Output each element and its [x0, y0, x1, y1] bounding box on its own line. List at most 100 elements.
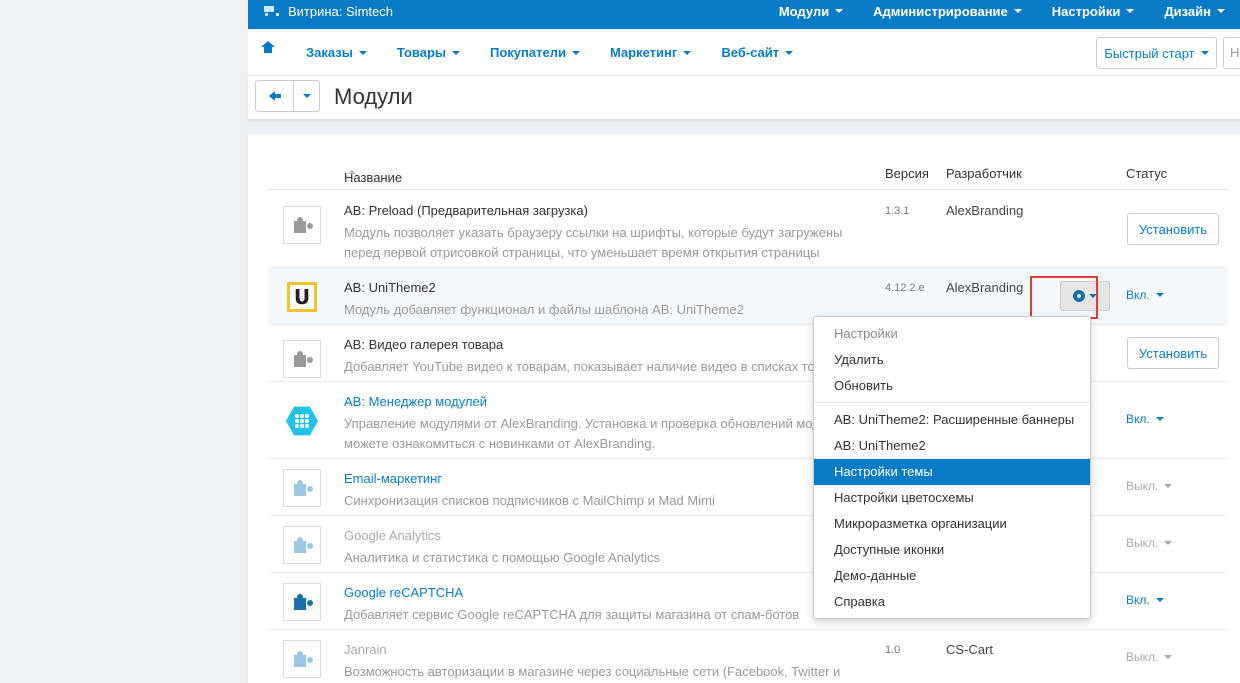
menu-item-color-scheme-settings[interactable]: Настройки цветосхемы: [814, 485, 1090, 511]
puzzle-icon: [293, 650, 311, 668]
nav-customers[interactable]: Покупатели: [490, 45, 580, 60]
menu-item-theme-settings[interactable]: Настройки темы: [814, 459, 1090, 485]
module-developer: CS-Cart: [946, 642, 993, 657]
module-version: 4.12.2.e: [885, 282, 925, 294]
chevron-down-icon: [1164, 484, 1173, 488]
menu-item-available-icons[interactable]: Доступные иконки: [814, 537, 1090, 563]
back-button-group: [255, 80, 320, 112]
module-settings-menu: Настройки Удалить Обновить AB: UniTheme2…: [813, 316, 1091, 619]
page-header: Модули: [248, 76, 1240, 119]
menu-item-unitheme2[interactable]: AB: UniTheme2: [814, 433, 1090, 459]
menu-item-update[interactable]: Обновить: [814, 373, 1090, 399]
modules-table: Название Версия Разработчик Статус AB: P…: [248, 134, 1240, 683]
module-thumbnail: [283, 206, 321, 244]
back-button[interactable]: [256, 81, 294, 111]
chevron-down-icon: [1217, 9, 1225, 13]
highlight-box: [1030, 276, 1098, 319]
top-nav-modules[interactable]: Модули: [764, 4, 858, 19]
chevron-down-icon: [358, 50, 367, 55]
module-description: Синхронизация списков подписчиков с Mail…: [344, 493, 715, 508]
module-description: Аналитика и статистика с помощью Google …: [344, 550, 661, 565]
module-version: 1.0: [885, 644, 901, 656]
menu-item-delete[interactable]: Удалить: [814, 347, 1090, 373]
install-button[interactable]: Установить: [1127, 337, 1219, 369]
status-toggle[interactable]: Выкл.: [1126, 536, 1173, 550]
module-thumbnail: [283, 583, 321, 621]
column-version[interactable]: Версия: [885, 166, 929, 181]
quick-start-button[interactable]: Быстрый старт: [1096, 37, 1217, 69]
status-toggle[interactable]: Вкл.: [1126, 593, 1164, 607]
module-description: Управление модулями от AlexBranding. Уст…: [344, 416, 859, 451]
menu-item-settings[interactable]: Настройки: [814, 321, 1090, 347]
chevron-down-icon: [302, 94, 311, 98]
module-name: Google Analytics: [344, 528, 441, 543]
puzzle-icon: [293, 593, 311, 611]
chevron-down-icon: [1155, 293, 1164, 297]
chevron-down-icon: [452, 50, 460, 55]
cart-icon: [262, 5, 279, 17]
chevron-down-icon: [1164, 655, 1173, 659]
nav-marketing[interactable]: Маркетинг: [610, 45, 692, 60]
home-icon[interactable]: [261, 41, 275, 56]
top-nav-settings[interactable]: Настройки: [1037, 4, 1150, 19]
status-toggle[interactable]: Вкл.: [1126, 288, 1164, 302]
menu-item-demo-data[interactable]: Демо-данные: [814, 563, 1090, 589]
arrow-left-icon: [268, 91, 281, 101]
module-thumbnail: [283, 526, 321, 564]
chevron-down-icon: [785, 50, 794, 55]
table-row: AB: Preload (Предварительная загрузка) М…: [268, 191, 1228, 268]
module-description: Модуль позволяет указать браузеру ссылки…: [344, 225, 843, 260]
nav-orders[interactable]: Заказы: [306, 45, 367, 60]
chevron-down-icon: [1155, 417, 1164, 421]
page-title: Модули: [334, 84, 413, 109]
module-version: 1.3.1: [885, 205, 910, 217]
menu-divider: [814, 402, 1090, 403]
module-developer: AlexBranding: [946, 280, 1024, 295]
nav-website[interactable]: Веб-сайт: [721, 45, 794, 60]
main-nav: Заказы Товары Покупатели Маркетинг Веб-с…: [248, 29, 1240, 76]
module-name: AB: Видео галерея товара: [344, 337, 504, 352]
module-name[interactable]: Google reCAPTCHA: [344, 585, 463, 600]
storefront-label: Витрина: Simtech: [288, 3, 393, 19]
puzzle-icon: [293, 350, 311, 368]
column-developer[interactable]: Разработчик: [946, 166, 1022, 181]
chevron-down-icon: [835, 9, 844, 13]
install-button[interactable]: Установить: [1127, 213, 1219, 245]
chevron-down-icon: [1013, 9, 1022, 13]
status-toggle[interactable]: Вкл.: [1126, 412, 1164, 426]
module-developer: AlexBranding: [946, 203, 1024, 218]
module-thumbnail: [283, 469, 321, 507]
menu-item-help[interactable]: Справка: [814, 589, 1090, 615]
status-toggle[interactable]: Выкл.: [1126, 479, 1173, 493]
top-bar: Витрина: Simtech Модули Администрировани…: [248, 0, 1240, 29]
storefront-selector[interactable]: Витрина: Simtech: [262, 0, 393, 22]
table-row: Janrain Возможность авторизации в магази…: [268, 630, 1228, 683]
top-nav-administration[interactable]: Администрирование: [858, 4, 1037, 19]
module-description: Добавляет YouTube видео к товарам, показ…: [344, 359, 822, 374]
menu-item-organization-markup[interactable]: Микроразметка организации: [814, 511, 1090, 537]
module-name: AB: Preload (Предварительная загрузка): [344, 203, 588, 218]
sort-asc-icon: [348, 170, 356, 174]
search-input[interactable]: Н: [1223, 37, 1240, 69]
status-toggle[interactable]: Выкл.: [1126, 650, 1173, 664]
table-header: Название Версия Разработчик Статус: [268, 162, 1228, 190]
module-name[interactable]: AB: Менеджер модулей: [344, 394, 487, 409]
chevron-down-icon: [683, 50, 692, 55]
unitheme-logo: U: [287, 282, 317, 312]
chevron-down-icon: [1200, 51, 1209, 55]
module-description: Возможность авторизации в магазине через…: [344, 664, 841, 679]
module-name[interactable]: AB: UniTheme2: [344, 280, 436, 295]
puzzle-icon: [293, 536, 311, 554]
chevron-down-icon: [1164, 541, 1173, 545]
history-dropdown-button[interactable]: [294, 81, 319, 111]
top-nav-design[interactable]: Дизайн: [1149, 4, 1240, 19]
menu-item-extended-banners[interactable]: AB: UniTheme2: Расширенные баннеры: [814, 407, 1090, 433]
module-name: Janrain: [344, 642, 387, 657]
nav-products[interactable]: Товары: [397, 45, 460, 60]
chevron-down-icon: [1126, 9, 1135, 13]
top-nav: Модули Администрирование Настройки Дизай…: [764, 0, 1240, 22]
module-name[interactable]: Email-маркетинг: [344, 471, 442, 486]
module-thumbnail: [283, 402, 321, 440]
column-status[interactable]: Статус: [1126, 166, 1167, 181]
module-description: Добавляет сервис Google reCAPTCHA для за…: [344, 607, 800, 622]
